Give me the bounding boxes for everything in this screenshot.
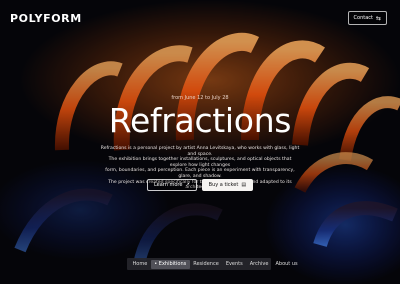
hero-background-art [0, 0, 400, 284]
buy-ticket-button[interactable]: Buy a ticket ▤ [201, 179, 254, 191]
arrows-swap-icon: ⇆ [375, 14, 381, 22]
bottom-nav: Home • Exhibitions Residence Events Arch… [127, 258, 298, 270]
description-line: Refractions is a personal project by art… [100, 146, 300, 157]
description-line: The exhibition brings together installat… [108, 157, 292, 168]
external-link-icon: ↗ [185, 182, 190, 188]
brand-logo[interactable]: POLYFORM [10, 12, 82, 25]
contact-button[interactable]: Contact ⇆ [347, 11, 387, 25]
learn-more-button[interactable]: Learn more ↗ [146, 179, 197, 191]
nav-item-home[interactable]: Home [129, 260, 151, 269]
nav-item-events[interactable]: Events [222, 260, 246, 269]
learn-more-label: Learn more [153, 182, 183, 188]
nav-item-residence[interactable]: Residence [190, 260, 223, 269]
nav-item-about-us[interactable]: About us [272, 260, 301, 269]
buy-ticket-label: Buy a ticket [208, 182, 239, 188]
description-line: form, boundaries, and perception. Each p… [105, 168, 295, 179]
nav-item-archive[interactable]: Archive [246, 260, 272, 269]
page-title: Refractions [108, 101, 292, 140]
ticket-icon: ▤ [241, 182, 247, 188]
nav-item-exhibitions[interactable]: • Exhibitions [150, 259, 190, 269]
contact-label: Contact [353, 15, 373, 21]
hero-actions: Learn more ↗ Buy a ticket ▤ [0, 179, 400, 191]
